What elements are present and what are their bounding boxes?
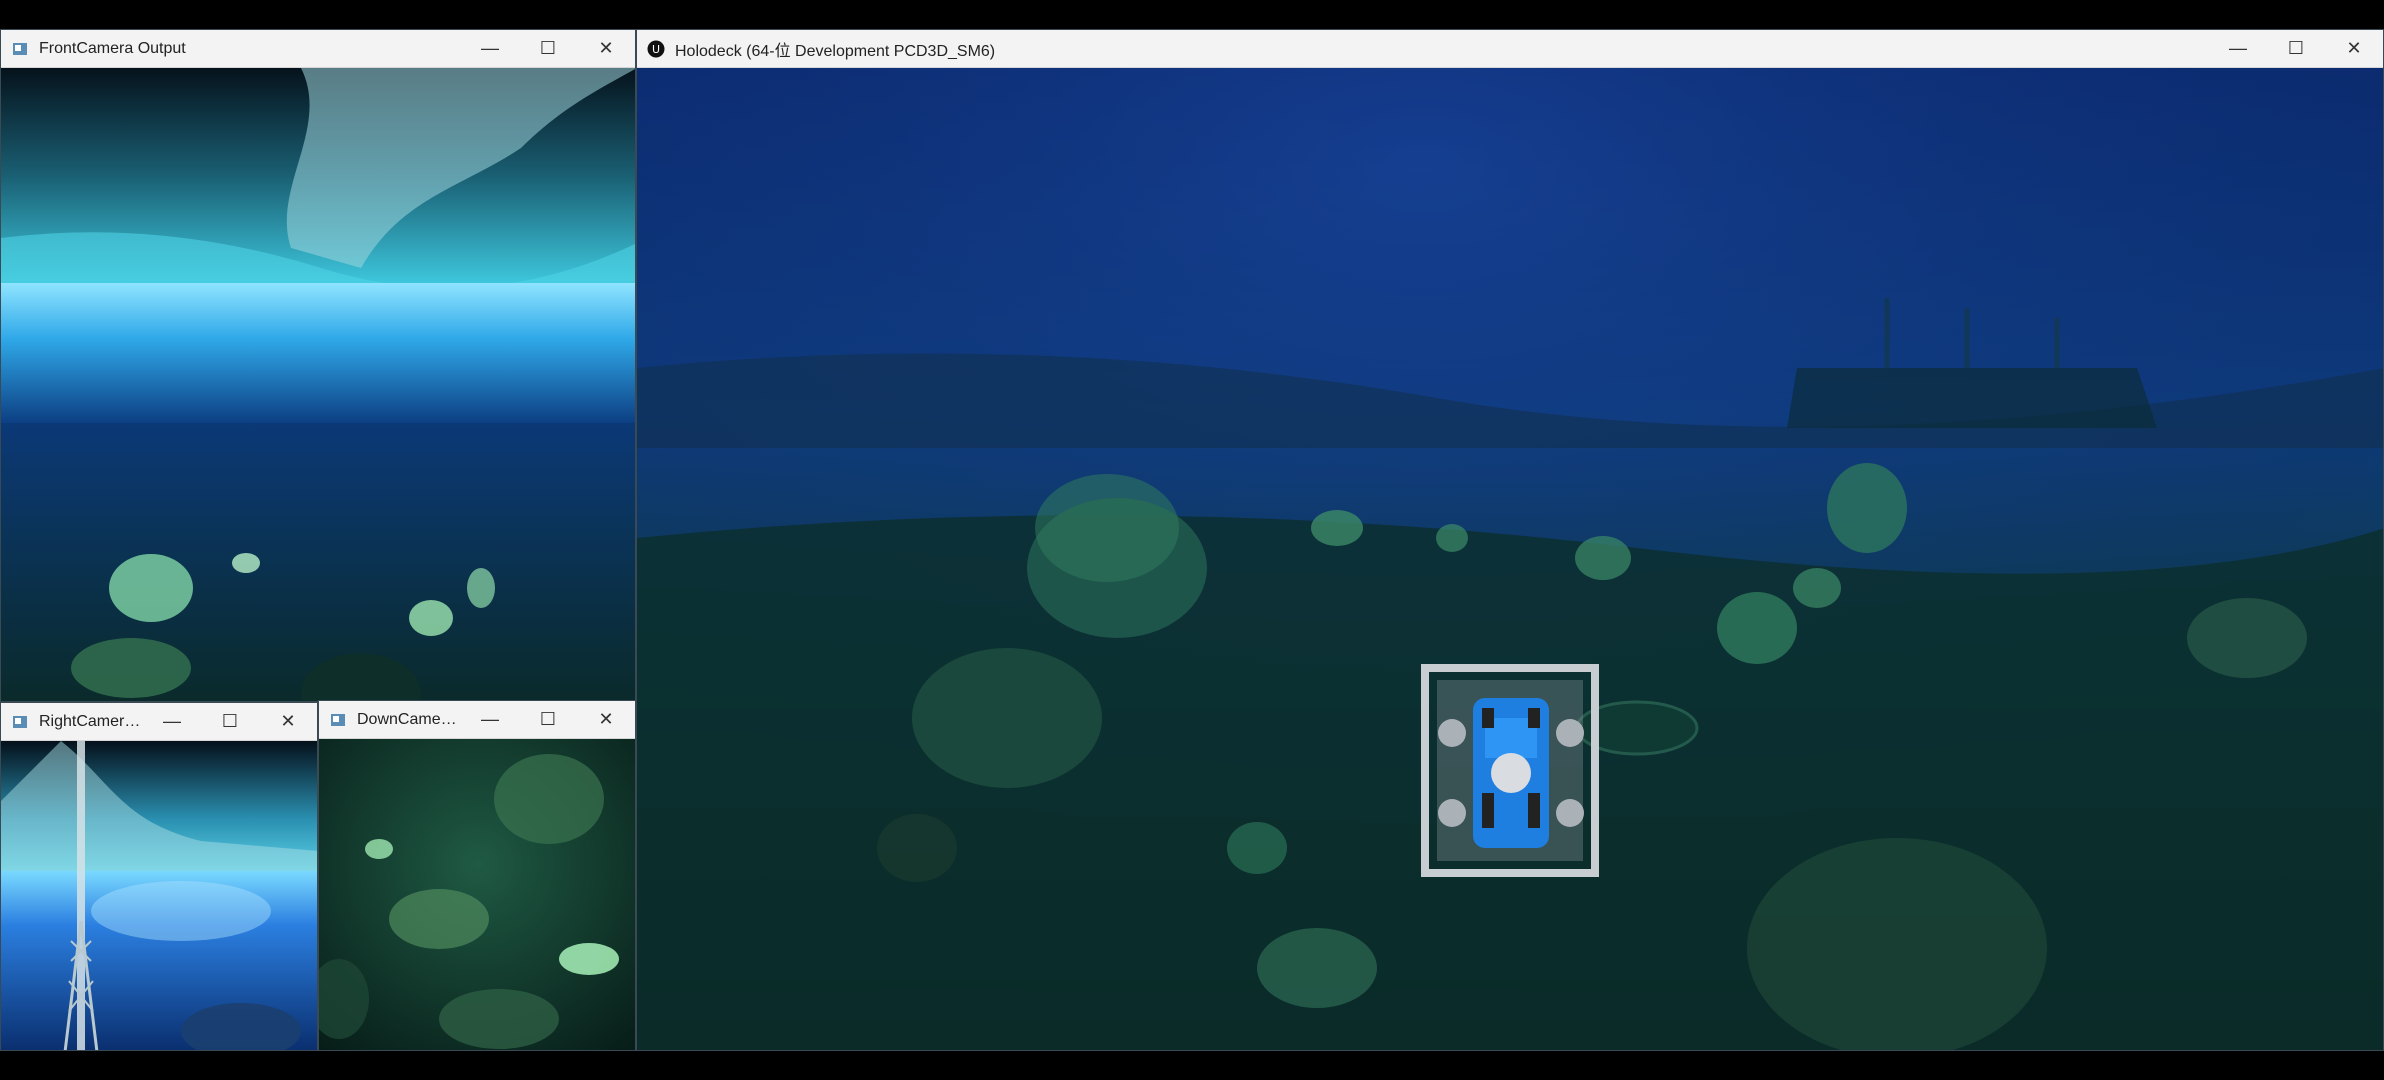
window-title: Holodeck (64-位 Development PCD3D_SM6) xyxy=(675,42,996,60)
close-button[interactable]: ✕ xyxy=(577,30,635,67)
right-camera-view xyxy=(1,741,317,1050)
opencv-window-icon xyxy=(329,711,347,729)
right-camera-titlebar[interactable]: RightCamera... — ☐ ✕ xyxy=(1,703,317,741)
rov-vehicle xyxy=(1421,664,1599,877)
maximize-button[interactable]: ☐ xyxy=(201,703,259,740)
maximize-button[interactable]: ☐ xyxy=(2267,30,2325,67)
minimize-button[interactable]: — xyxy=(461,701,519,738)
window-title: DownCamera... xyxy=(357,710,461,728)
unreal-engine-icon: U xyxy=(647,40,665,58)
close-button[interactable]: ✕ xyxy=(2325,30,2383,67)
maximize-button[interactable]: ☐ xyxy=(519,30,577,67)
window-title: FrontCamera Output xyxy=(39,39,186,57)
down-camera-view xyxy=(319,739,635,1050)
minimize-button[interactable]: — xyxy=(461,30,519,67)
minimize-button[interactable]: — xyxy=(143,703,201,740)
front-camera-view xyxy=(1,68,635,701)
front-camera-window[interactable]: FrontCamera Output — ☐ ✕ xyxy=(0,29,636,702)
front-camera-titlebar[interactable]: FrontCamera Output — ☐ ✕ xyxy=(1,30,635,68)
close-button[interactable]: ✕ xyxy=(259,703,317,740)
down-camera-window[interactable]: DownCamera... — ☐ ✕ xyxy=(318,700,636,1051)
window-title: RightCamera... xyxy=(39,712,143,730)
down-camera-titlebar[interactable]: DownCamera... — ☐ ✕ xyxy=(319,701,635,739)
opencv-window-icon xyxy=(11,40,29,58)
right-camera-window[interactable]: RightCamera... — ☐ ✕ xyxy=(0,702,318,1051)
minimize-button[interactable]: — xyxy=(2209,30,2267,67)
holodeck-viewport[interactable] xyxy=(637,68,2383,1050)
svg-text:U: U xyxy=(652,43,660,56)
close-button[interactable]: ✕ xyxy=(577,701,635,738)
maximize-button[interactable]: ☐ xyxy=(519,701,577,738)
holodeck-titlebar[interactable]: U Holodeck (64-位 Development PCD3D_SM6) … xyxy=(637,30,2383,68)
holodeck-window[interactable]: U Holodeck (64-位 Development PCD3D_SM6) … xyxy=(636,29,2384,1051)
opencv-window-icon xyxy=(11,713,29,731)
